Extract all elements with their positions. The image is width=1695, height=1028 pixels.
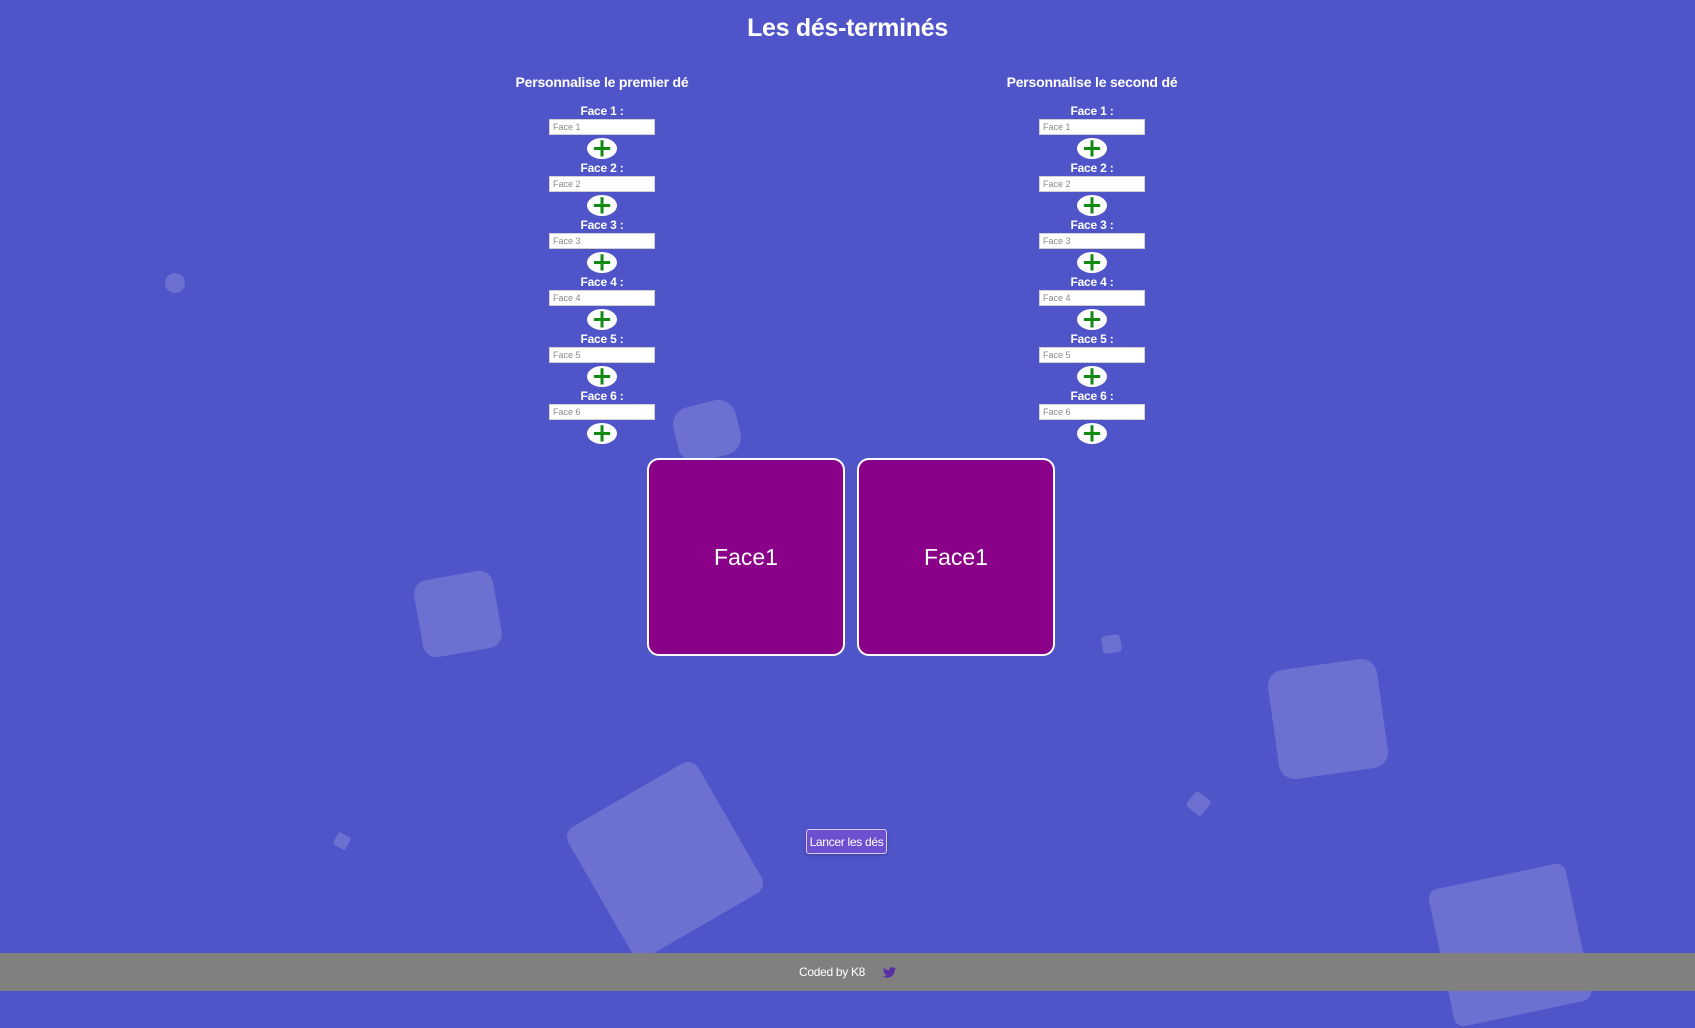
add-face-button[interactable]: + xyxy=(1077,133,1107,163)
die-face-text: Face1 xyxy=(924,543,988,570)
plus-icon: + xyxy=(591,304,613,334)
panel-title: Personnalise le premier dé xyxy=(515,74,689,90)
background-square xyxy=(1185,790,1212,817)
face-group-5: Face 5 : + xyxy=(962,333,1222,390)
face-label: Face 5 : xyxy=(580,332,624,346)
face-group-3: Face 3 : + xyxy=(472,219,732,276)
plus-icon: + xyxy=(1081,190,1103,220)
face-group-2: Face 2 : + xyxy=(472,162,732,219)
face-label: Face 4 : xyxy=(1070,275,1114,289)
add-face-button[interactable]: + xyxy=(587,361,617,391)
face-label: Face 1 : xyxy=(1070,104,1114,118)
background-square xyxy=(1265,656,1391,782)
plus-icon: + xyxy=(591,190,613,220)
face-group-6: Face 6 : + xyxy=(962,390,1222,447)
twitter-icon[interactable] xyxy=(883,966,897,978)
add-face-button[interactable]: + xyxy=(1077,190,1107,220)
plus-icon: + xyxy=(591,418,613,448)
face-label: Face 1 : xyxy=(580,104,624,118)
background-square xyxy=(1426,861,1594,1028)
first-die-panel: Personnalise le premier dé Face 1 : + Fa… xyxy=(472,72,732,447)
add-face-button[interactable]: + xyxy=(1077,247,1107,277)
face-group-6: Face 6 : + xyxy=(472,390,732,447)
face-group-4: Face 4 : + xyxy=(962,276,1222,333)
background-square xyxy=(1100,633,1123,655)
add-face-button[interactable]: + xyxy=(587,133,617,163)
add-face-button[interactable]: + xyxy=(587,304,617,334)
face-group-5: Face 5 : + xyxy=(472,333,732,390)
footer: Coded by K8 xyxy=(0,953,1695,991)
add-face-button[interactable]: + xyxy=(1077,418,1107,448)
face-group-2: Face 2 : + xyxy=(962,162,1222,219)
plus-icon: + xyxy=(591,361,613,391)
add-face-button[interactable]: + xyxy=(1077,361,1107,391)
roll-dice-button[interactable]: Lancer les dés xyxy=(806,829,887,854)
add-face-button[interactable]: + xyxy=(1077,304,1107,334)
add-face-button[interactable]: + xyxy=(587,190,617,220)
face-label: Face 2 : xyxy=(580,161,624,175)
face-label: Face 6 : xyxy=(1070,389,1114,403)
add-face-button[interactable]: + xyxy=(587,418,617,448)
face-label: Face 6 : xyxy=(580,389,624,403)
plus-icon: + xyxy=(1081,304,1103,334)
plus-icon: + xyxy=(1081,133,1103,163)
die-face-text: Face1 xyxy=(714,543,778,570)
face-label: Face 4 : xyxy=(580,275,624,289)
plus-icon: + xyxy=(1081,247,1103,277)
face-group-1: Face 1 : + xyxy=(472,105,732,162)
background-square xyxy=(562,757,768,963)
plus-icon: + xyxy=(591,133,613,163)
first-die: Face1 xyxy=(647,458,845,656)
plus-icon: + xyxy=(591,247,613,277)
background-square xyxy=(332,831,352,851)
face-label: Face 2 : xyxy=(1070,161,1114,175)
plus-icon: + xyxy=(1081,418,1103,448)
background-square xyxy=(165,273,185,293)
panel-title: Personnalise le second dé xyxy=(1006,74,1178,90)
face-group-1: Face 1 : + xyxy=(962,105,1222,162)
second-die: Face1 xyxy=(857,458,1055,656)
face-label: Face 3 : xyxy=(580,218,624,232)
second-die-panel: Personnalise le second dé Face 1 : + Fac… xyxy=(962,72,1222,447)
background-square xyxy=(411,568,505,660)
face-group-3: Face 3 : + xyxy=(962,219,1222,276)
face-group-4: Face 4 : + xyxy=(472,276,732,333)
face-label: Face 5 : xyxy=(1070,332,1114,346)
page-title: Les dés-terminés xyxy=(747,14,948,42)
add-face-button[interactable]: + xyxy=(587,247,617,277)
plus-icon: + xyxy=(1081,361,1103,391)
footer-credit: Coded by K8 xyxy=(798,965,866,979)
face-label: Face 3 : xyxy=(1070,218,1114,232)
